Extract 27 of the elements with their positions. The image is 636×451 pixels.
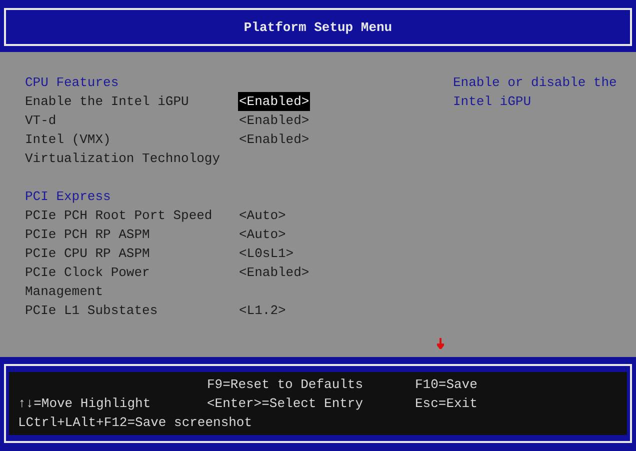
setting-value[interactable]: <Enabled>	[238, 111, 310, 130]
setting-value[interactable]: <L0sL1>	[238, 244, 295, 263]
setting-label[interactable]: PCIe PCH Root Port Speed	[25, 206, 225, 225]
setting-label[interactable]: PCIe CPU RP ASPM	[25, 244, 225, 263]
setting-label[interactable]: Enable the Intel iGPU	[25, 92, 225, 111]
scroll-down-arrow-icon	[437, 338, 444, 349]
setting-label[interactable]: PCIe L1 Substates	[25, 301, 225, 320]
key-hint: F9=Reset to Defaults	[207, 376, 364, 394]
setting-label[interactable]: VT-d	[25, 111, 225, 130]
setting-value[interactable]: <Enabled>	[238, 92, 310, 111]
setting-label[interactable]: PCIe Clock Power Management	[25, 263, 225, 301]
setting-label[interactable]: Intel (VMX) Virtualization Technology	[25, 130, 225, 168]
setting-value[interactable]: <Auto>	[238, 225, 287, 244]
setting-value[interactable]: <Enabled>	[238, 130, 310, 149]
setting-value[interactable]: <Auto>	[238, 206, 287, 225]
setting-value[interactable]: <Enabled>	[238, 263, 310, 282]
help-text: Enable or disable the Intel iGPU	[453, 74, 618, 111]
setting-value[interactable]: <L1.2>	[238, 301, 287, 320]
key-hint: Esc=Exit	[415, 395, 478, 413]
window-title: Platform Setup Menu	[244, 20, 392, 34]
setting-label[interactable]: PCIe PCH RP ASPM	[25, 225, 225, 244]
section-heading: CPU Features	[25, 74, 120, 92]
key-hint: LCtrl+LAlt+F12=Save screenshot	[18, 414, 252, 432]
key-hint: F10=Save	[415, 376, 478, 394]
key-hint: <Enter>=Select Entry	[207, 395, 364, 413]
key-hint: ↑↓=Move Highlight	[18, 395, 152, 413]
section-heading: PCI Express	[25, 188, 112, 206]
